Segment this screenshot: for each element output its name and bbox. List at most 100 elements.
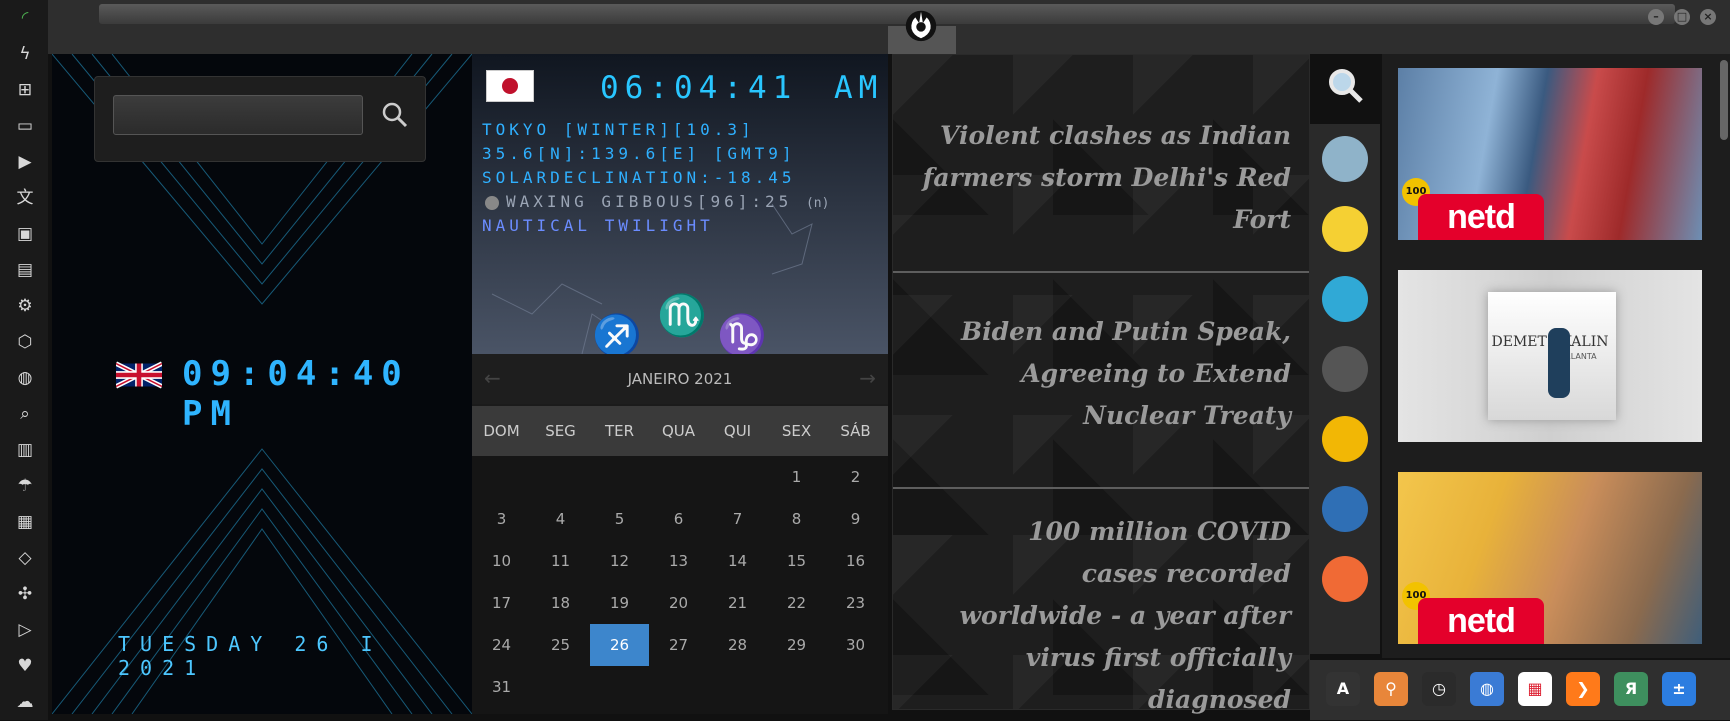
calendar-day[interactable]: 15 xyxy=(767,540,826,582)
calendar-day-today[interactable]: 26 xyxy=(590,624,649,666)
clapperboard-icon[interactable] xyxy=(1322,346,1368,392)
video-scrollbar[interactable] xyxy=(1718,54,1730,658)
contacts-icon[interactable]: ▦ xyxy=(12,510,38,534)
search-icon[interactable] xyxy=(381,101,409,129)
expand-icon[interactable]: ✣ xyxy=(12,582,38,606)
calendar-day[interactable]: 17 xyxy=(472,582,531,624)
windows-icon[interactable]: ⊞ xyxy=(12,78,38,102)
calendar-day[interactable]: 5 xyxy=(590,498,649,540)
umbrella-icon[interactable]: ☂ xyxy=(12,474,38,498)
calendar-day[interactable]: 28 xyxy=(708,624,767,666)
scrollbar-thumb[interactable] xyxy=(1720,60,1728,140)
code-icon[interactable]: ◇ xyxy=(12,546,38,570)
svg-text:♐: ♐ xyxy=(592,312,642,354)
search-icon[interactable]: ⌕ xyxy=(12,402,38,426)
calendar-day[interactable]: 20 xyxy=(649,582,708,624)
dock-search-area[interactable] xyxy=(1310,54,1380,124)
netd-logo: netd xyxy=(1418,598,1544,644)
calendar-icon[interactable]: ▦ xyxy=(1518,672,1552,706)
calendar-day[interactable]: 22 xyxy=(767,582,826,624)
yandex-icon[interactable]: Я xyxy=(1614,672,1648,706)
news-headline[interactable]: 100 million COVID cases recorded worldwi… xyxy=(951,511,1291,721)
calendar-widget: ← JANEIRO 2021 → DOM SEG TER QUA QUI SEX SÁB 1… xyxy=(472,354,888,714)
svg-text:♑: ♑ xyxy=(717,312,767,354)
calendar-day[interactable]: 27 xyxy=(649,624,708,666)
news-headline[interactable]: Violent clashes as Indian farmers storm … xyxy=(911,115,1291,241)
calendar-weekday-1: SEG xyxy=(545,422,576,440)
calendar-day[interactable]: 24 xyxy=(472,624,531,666)
arrow-icon[interactable]: ❯ xyxy=(1566,672,1600,706)
image-icon[interactable]: ▣ xyxy=(12,222,38,246)
news-icon[interactable]: ▤ xyxy=(12,258,38,282)
calendar-day[interactable]: 19 xyxy=(590,582,649,624)
calendar-day[interactable]: 11 xyxy=(531,540,590,582)
calendar-day[interactable]: 31 xyxy=(472,666,531,708)
calendar-day[interactable]: 18 xyxy=(531,582,590,624)
calendar-day[interactable]: 16 xyxy=(826,540,885,582)
news-panel: Violent clashes as Indian farmers storm … xyxy=(892,54,1310,714)
restaurant-icon[interactable] xyxy=(1322,556,1368,602)
cloud-icon[interactable]: ☁ xyxy=(12,690,38,714)
news-headline[interactable]: Biden and Putin Speak, Agreeing to Exten… xyxy=(931,311,1291,437)
calendar-day[interactable]: 25 xyxy=(531,624,590,666)
search-input[interactable] xyxy=(113,95,363,135)
calendar-day[interactable]: 6 xyxy=(649,498,708,540)
calendar-day[interactable]: 1 xyxy=(767,456,826,498)
calculator-icon[interactable]: ± xyxy=(1662,672,1696,706)
lightning-icon[interactable]: ϟ xyxy=(12,42,38,66)
calendar-next-button[interactable]: → xyxy=(859,366,876,390)
autodesk-icon[interactable]: A xyxy=(1326,672,1360,706)
play-icon[interactable]: ▶ xyxy=(12,150,38,174)
calendar-day[interactable]: 3 xyxy=(472,498,531,540)
calendar-weekday-3: QUA xyxy=(661,422,696,440)
rebel-alliance-logo-icon[interactable] xyxy=(902,6,940,44)
minimize-button[interactable]: – xyxy=(1648,9,1664,25)
steam-icon[interactable]: ⚙ xyxy=(12,294,38,318)
calendar-day[interactable]: 2 xyxy=(826,456,885,498)
calendar-day[interactable]: 21 xyxy=(708,582,767,624)
calendar-day[interactable]: 13 xyxy=(649,540,708,582)
video-thumbnail[interactable]: 100 netd xyxy=(1398,68,1702,240)
compass-icon[interactable] xyxy=(1322,416,1368,462)
radio-tower-icon[interactable] xyxy=(1322,136,1368,182)
calendar-day[interactable]: 7 xyxy=(708,498,767,540)
japan-clock-panel: ♐ ♏ ♑ 06:04:41 AM TOKYO [WINTER][10.3] 3… xyxy=(472,54,888,354)
japan-time: 06:04:41 xyxy=(600,70,798,106)
calendar-day[interactable]: 8 xyxy=(767,498,826,540)
video-thumbnail[interactable]: 100 netd xyxy=(1398,472,1702,644)
calendar-weekday-row: DOM SEG TER QUA QUI SEX SÁB xyxy=(472,406,888,456)
pikachu-icon[interactable] xyxy=(1322,206,1368,252)
search-orange-icon[interactable]: ⚲ xyxy=(1374,672,1408,706)
translate-icon[interactable]: 文 xyxy=(12,186,38,210)
clock-icon[interactable]: ◷ xyxy=(1422,672,1456,706)
hexagon-icon[interactable]: ⬡ xyxy=(12,330,38,354)
calendar-day[interactable]: 12 xyxy=(590,540,649,582)
globe-icon[interactable]: ◍ xyxy=(12,366,38,390)
news-divider xyxy=(893,487,1309,489)
maximize-button[interactable]: □ xyxy=(1674,9,1690,25)
calendar-day[interactable]: 10 xyxy=(472,540,531,582)
calendar-day[interactable]: 23 xyxy=(826,582,885,624)
globe-icon[interactable]: ◍ xyxy=(1470,672,1504,706)
calendar-day[interactable]: 29 xyxy=(767,624,826,666)
calendar-weekday-2: TER xyxy=(604,422,635,440)
calendar-day[interactable]: 30 xyxy=(826,624,885,666)
left-sidebar: ◜ ϟ ⊞ ▭ ▶ 文 ▣ ▤ ⚙ ⬡ ◍ ⌕ ▥ ☂ ▦ ◇ ✣ ▷ ♥ ☁ xyxy=(0,0,48,720)
youtube-icon[interactable]: ▷ xyxy=(12,618,38,642)
blueprint-icon[interactable] xyxy=(1322,486,1368,532)
bottom-taskbar: A ⚲ ◷ ◍ ▦ ❯ Я ± xyxy=(1310,660,1730,720)
map-icon[interactable]: ▥ xyxy=(12,438,38,462)
japan-twilight-line: NAUTICAL TWILIGHT xyxy=(482,216,714,235)
calendar-day-grid: 1 2 3 4 5 6 7 8 9 10 11 12 13 14 15 16 17 18 19 20 21 22 23 24 2… xyxy=(472,456,888,714)
calendar-day[interactable]: 9 xyxy=(826,498,885,540)
search-icon[interactable] xyxy=(1326,66,1366,106)
video-thumbnail[interactable]: DEMET AKALIN PIRLANTA xyxy=(1398,270,1702,442)
heart-icon[interactable]: ♥ xyxy=(12,654,38,678)
archive-icon[interactable]: ▭ xyxy=(12,114,38,138)
close-button[interactable]: × xyxy=(1700,9,1716,25)
video-list: 100 netd DEMET AKALIN PIRLANTA 100 netd xyxy=(1382,54,1718,658)
cloud-music-icon[interactable] xyxy=(1322,276,1368,322)
calendar-day[interactable]: 4 xyxy=(531,498,590,540)
calendar-day[interactable]: 14 xyxy=(708,540,767,582)
wifi-icon[interactable]: ◜ xyxy=(12,6,38,30)
